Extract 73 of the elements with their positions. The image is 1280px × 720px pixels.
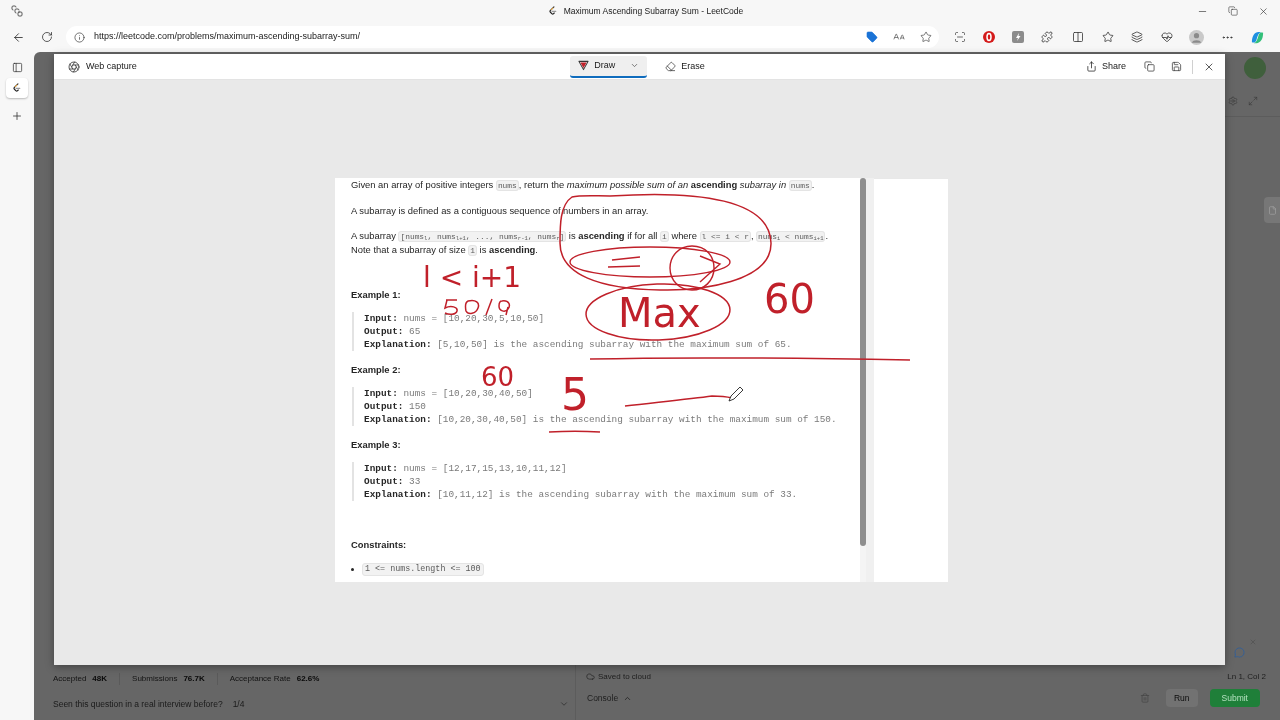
avatar-icon[interactable]	[1189, 29, 1204, 45]
site-logo-icon	[12, 83, 22, 93]
constraints-heading: Constraints:	[351, 538, 407, 551]
example-heading: Example 1:	[351, 288, 401, 301]
ink-underline	[548, 430, 601, 433]
tool-button[interactable]: Erase	[657, 55, 713, 78]
example-line: Input: nums = [10,20,30,40,50]	[364, 387, 533, 400]
pencil-cursor-icon	[728, 386, 744, 402]
ink-scribble	[607, 256, 641, 268]
star-icon[interactable]	[920, 31, 932, 43]
handwritten-note: l < i+1	[423, 264, 522, 292]
side-panel-icon[interactable]	[11, 62, 23, 73]
tool-button[interactable]: Draw	[570, 55, 648, 78]
puzzle-icon[interactable]	[1041, 31, 1053, 43]
file-icon	[1267, 205, 1277, 215]
example-line: Output: 65	[364, 325, 421, 338]
swirl-logo-icon[interactable]	[1250, 29, 1265, 45]
star-icon[interactable]	[1102, 31, 1114, 43]
heart-pulse-icon[interactable]	[1161, 31, 1173, 43]
ink-scribble	[444, 298, 511, 316]
example-line: Input: nums = [12,17,15,13,10,11,12]	[364, 462, 567, 475]
ring-logo-icon[interactable]	[983, 31, 995, 43]
scan-icon[interactable]	[954, 31, 966, 43]
back-icon[interactable]	[12, 30, 25, 44]
pen-tip-icon	[578, 60, 590, 71]
url-text: https://leetcode.com/problems/maximum-ascending-subarray-sum/	[94, 30, 361, 44]
stat-value: 48K	[92, 672, 108, 685]
page-counter: 1/4	[232, 698, 245, 711]
handwritten-note: 60	[481, 364, 515, 390]
example-line: Input: nums = [10,20,30,5,10,50]	[364, 312, 545, 325]
cloud-icon	[586, 672, 595, 681]
caret-icon	[630, 61, 640, 70]
share-icon	[1085, 61, 1097, 72]
example-line: Explanation: [10,11,12] is the ascending subarray with the maximum sum of 33.	[364, 488, 798, 501]
stat-label: Accepted	[53, 672, 87, 685]
info-icon[interactable]	[74, 31, 85, 43]
new-tab-icon[interactable]	[11, 110, 23, 122]
example-line: Output: 33	[364, 475, 421, 488]
copy-icon[interactable]	[1144, 61, 1155, 72]
layers-icon[interactable]	[1131, 31, 1143, 43]
share-button[interactable]: Share	[1081, 56, 1130, 77]
run-button[interactable]: Run	[1165, 689, 1198, 707]
problem-paragraph: A subarray is defined as a contiguous sequence of numbers in an array.	[351, 204, 650, 217]
site-logo-icon	[547, 6, 558, 16]
handwritten-note: Max	[618, 293, 701, 333]
example-line: Explanation: [5,10,50] is the ascending subarray with the maximum sum of 65.	[364, 338, 792, 351]
eraser-icon	[665, 61, 677, 72]
example-heading: Example 2:	[351, 363, 401, 376]
bolt-square-icon[interactable]	[1012, 31, 1024, 43]
stat-value: 76.7K	[183, 672, 205, 685]
aperture-icon	[68, 60, 80, 73]
submit-button[interactable]: Submit	[1209, 689, 1260, 707]
save-icon[interactable]	[1171, 61, 1182, 72]
example-line: Output: 150	[364, 400, 426, 413]
window-title: Maximum Ascending Subarray Sum - LeetCode	[563, 4, 744, 18]
stat-label: Submissions	[132, 672, 178, 685]
stat-label: Acceptance Rate	[229, 672, 291, 685]
example-heading: Example 3:	[351, 438, 401, 451]
text-size-icon[interactable]	[893, 31, 905, 43]
handwritten-note: 60	[764, 279, 815, 319]
bullet-icon	[351, 568, 354, 571]
split-screen-icon[interactable]	[1072, 31, 1084, 43]
square-stack-icon[interactable]	[11, 5, 23, 17]
constraint-item: 1 <= nums.length <= 100	[362, 563, 484, 576]
address-bar[interactable]: https://leetcode.com/problems/maximum-ascending-subarray-sum/	[66, 26, 939, 48]
stat-value: 62.6%	[296, 672, 320, 685]
panel-title: Web capture	[86, 59, 137, 73]
close-icon[interactable]	[1258, 5, 1269, 17]
tag-icon[interactable]	[866, 31, 878, 43]
browser-tab[interactable]	[6, 78, 28, 98]
refresh-icon[interactable]	[41, 31, 53, 43]
restore-icon[interactable]	[1228, 5, 1238, 16]
scrollbar[interactable]	[860, 178, 866, 546]
